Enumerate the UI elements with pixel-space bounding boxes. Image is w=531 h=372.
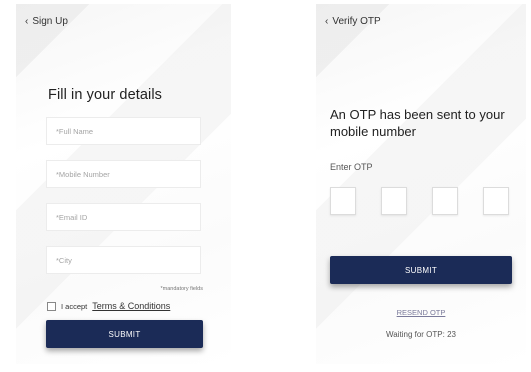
otp-digit-1-input[interactable] xyxy=(330,187,356,215)
otp-digit-2-input[interactable] xyxy=(381,187,407,215)
back-label: Sign Up xyxy=(32,16,68,27)
signup-submit-button[interactable]: SUBMIT xyxy=(46,320,203,348)
otp-heading: An OTP has been sent to your mobile numb… xyxy=(330,107,505,139)
chevron-left-icon: ‹ xyxy=(325,16,329,27)
back-label: Verify OTP xyxy=(332,16,381,27)
otp-digit-4-input[interactable] xyxy=(483,187,509,215)
verify-otp-screen: ‹ Verify OTP An OTP has been sent to you… xyxy=(316,4,526,364)
mandatory-note: *mandatory fields xyxy=(160,286,204,292)
terms-row: I accept Terms & Conditions xyxy=(47,301,170,311)
screens-canvas: ‹ Sign Up Fill in your details *mandator… xyxy=(0,0,531,372)
back-button[interactable]: ‹ Sign Up xyxy=(25,16,68,27)
full-name-field[interactable] xyxy=(46,117,201,145)
resend-otp-link[interactable]: RESEND OTP xyxy=(316,308,526,317)
email-field[interactable] xyxy=(46,203,201,231)
accept-terms-checkbox[interactable] xyxy=(47,301,56,311)
enter-otp-label: Enter OTP xyxy=(330,162,373,172)
otp-submit-button[interactable]: SUBMIT xyxy=(330,256,512,284)
mobile-number-field[interactable] xyxy=(46,160,201,188)
otp-input-group xyxy=(330,187,512,215)
back-button[interactable]: ‹ Verify OTP xyxy=(325,16,381,27)
accept-label: I accept xyxy=(61,301,88,311)
chevron-left-icon: ‹ xyxy=(25,16,29,27)
otp-digit-3-input[interactable] xyxy=(432,187,458,215)
city-field[interactable] xyxy=(46,246,201,274)
signup-screen: ‹ Sign Up Fill in your details *mandator… xyxy=(16,4,231,364)
terms-link[interactable]: Terms & Conditions xyxy=(92,301,170,311)
page-title: Fill in your details xyxy=(48,87,163,103)
otp-countdown-text: Waiting for OTP: 23 xyxy=(386,330,456,339)
